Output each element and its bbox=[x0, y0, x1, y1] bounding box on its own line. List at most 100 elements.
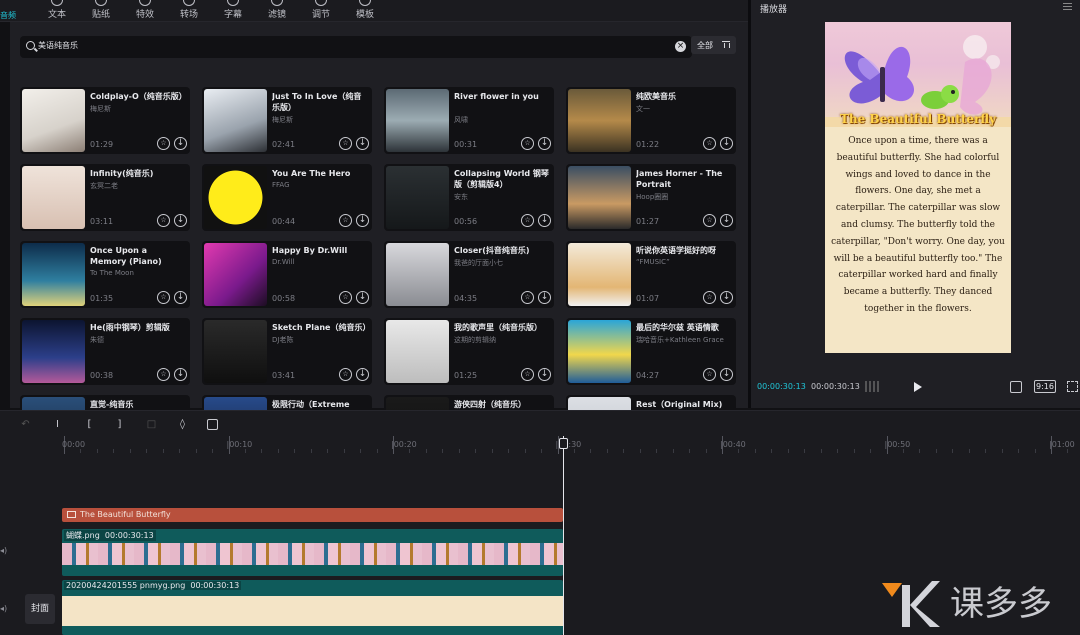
favorite-star-icon[interactable]: ☆ bbox=[339, 291, 352, 304]
tab-3[interactable]: 转场 bbox=[168, 0, 210, 22]
play-icon[interactable] bbox=[914, 382, 922, 392]
download-icon[interactable]: ↓ bbox=[356, 137, 369, 150]
favorite-star-icon[interactable]: ☆ bbox=[703, 214, 716, 227]
menu-icon[interactable] bbox=[1063, 3, 1072, 10]
favorite-star-icon[interactable]: ☆ bbox=[157, 214, 170, 227]
download-icon[interactable]: ↓ bbox=[356, 214, 369, 227]
favorite-star-icon[interactable]: ☆ bbox=[157, 368, 170, 381]
track-card[interactable]: Sketch Plane（纯音乐） DJ老陈 03:41 ☆ ↓ bbox=[202, 318, 372, 385]
favorite-star-icon[interactable]: ☆ bbox=[703, 137, 716, 150]
trim-left-icon[interactable]: [ bbox=[84, 419, 95, 430]
favorite-star-icon[interactable]: ☆ bbox=[157, 137, 170, 150]
favorite-star-icon[interactable]: ☆ bbox=[521, 368, 534, 381]
ruler-minor-tick bbox=[244, 449, 246, 453]
ruler-minor-tick bbox=[508, 449, 510, 453]
waveform-icon[interactable] bbox=[865, 381, 881, 392]
favorite-star-icon[interactable]: ☆ bbox=[339, 214, 352, 227]
tab-2[interactable]: 特效 bbox=[124, 0, 166, 22]
download-icon[interactable]: ↓ bbox=[356, 291, 369, 304]
text-clip[interactable]: The Beautiful Butterfly bbox=[62, 508, 563, 522]
download-icon[interactable]: ↓ bbox=[720, 214, 733, 227]
download-icon[interactable]: ↓ bbox=[720, 291, 733, 304]
tab-label: 贴纸 bbox=[91, 10, 110, 20]
clear-search-icon[interactable]: × bbox=[675, 41, 686, 52]
favorite-star-icon[interactable]: ☆ bbox=[521, 291, 534, 304]
track-card[interactable]: Happy By Dr.Will Dr.Will 00:58 ☆ ↓ bbox=[202, 241, 372, 308]
track-card[interactable]: You Are The Hero FFAG 00:44 ☆ ↓ bbox=[202, 164, 372, 231]
video-clip-background[interactable]: 20200424201555 pnmyg.png 00:00:30:13 bbox=[62, 580, 563, 635]
track-card[interactable]: Just To In Love（纯音乐版） 梅尼斯 02:41 ☆ ↓ bbox=[202, 87, 372, 154]
tab-4[interactable]: 字幕 bbox=[212, 0, 254, 22]
ruler-label: |00:20 bbox=[391, 440, 417, 449]
search-input[interactable]: 美语纯音乐 × bbox=[20, 36, 692, 58]
download-icon[interactable]: ↓ bbox=[720, 137, 733, 150]
time-ruler[interactable]: 00:00 |00:10 |00:20 |00:30 |00:40 |00:50 |01:0… bbox=[0, 436, 1080, 454]
video-clip-main[interactable]: 蝴蝶.png 00:00:30:13 bbox=[62, 529, 563, 576]
download-icon[interactable]: ↓ bbox=[720, 368, 733, 381]
track-thumbnail bbox=[22, 320, 85, 383]
download-icon[interactable]: ↓ bbox=[538, 137, 551, 150]
fullscreen-icon[interactable] bbox=[1067, 381, 1078, 392]
track-card[interactable]: 听说你英语学挺好的呀 “FMUSIC” 01:07 ☆ ↓ bbox=[566, 241, 736, 308]
track-audio-icon[interactable]: ◂) bbox=[0, 546, 7, 555]
tab-7[interactable]: 模板 bbox=[344, 0, 386, 22]
aspect-ratio-button[interactable]: 9:16 bbox=[1034, 380, 1056, 393]
track-title: Collapsing World 钢琴版（剪辑版4） bbox=[454, 169, 549, 189]
track-card[interactable]: 最后的华尔兹 英语情歌 瑞哈音乐+Kathleen Grace 04:27 ☆ ↓ bbox=[566, 318, 736, 385]
ruler-minor-tick bbox=[1067, 449, 1069, 453]
playhead[interactable] bbox=[563, 436, 564, 635]
tab-1[interactable]: 贴纸 bbox=[80, 0, 122, 22]
ruler-minor-tick bbox=[524, 449, 526, 453]
track-card[interactable]: Collapsing World 钢琴版（剪辑版4） 安东 00:56 ☆ ↓ bbox=[384, 164, 554, 231]
track-card[interactable]: Coldplay-O（纯音乐版） 梅尼斯 01:29 ☆ ↓ bbox=[20, 87, 190, 154]
track-card[interactable]: James Horner - The Portrait Hoop圈圈 01:27 ☆ ↓ bbox=[566, 164, 736, 231]
tab-6[interactable]: 调节 bbox=[300, 0, 342, 22]
favorite-star-icon[interactable]: ☆ bbox=[339, 137, 352, 150]
cover-button[interactable]: 封面 bbox=[25, 594, 55, 624]
download-icon[interactable]: ↓ bbox=[538, 214, 551, 227]
tab-audio[interactable]: 音频 bbox=[0, 10, 16, 21]
track-artist: Dr.Will bbox=[272, 258, 295, 266]
track-card[interactable]: Once Upon a Memory (Piano) To The Moon 01:… bbox=[20, 241, 190, 308]
trim-right-icon[interactable]: ] bbox=[114, 419, 125, 430]
image-edit-icon[interactable] bbox=[207, 419, 218, 430]
track-card[interactable]: Closer(抖音纯音乐) 我爸的厅面小七 04:35 ☆ ↓ bbox=[384, 241, 554, 308]
track-artist: 玄冥二老 bbox=[90, 182, 118, 190]
download-icon[interactable]: ↓ bbox=[174, 368, 187, 381]
current-time: 00:00:30:13 bbox=[757, 382, 806, 391]
favorite-star-icon[interactable]: ☆ bbox=[703, 368, 716, 381]
tab-icon bbox=[227, 0, 239, 6]
download-icon[interactable]: ↓ bbox=[356, 368, 369, 381]
track-card[interactable]: He(雨中钢琴）剪辑版 朱德 00:38 ☆ ↓ bbox=[20, 318, 190, 385]
favorite-star-icon[interactable]: ☆ bbox=[339, 368, 352, 381]
delete-icon[interactable]: □ bbox=[146, 419, 157, 430]
playhead-handle[interactable] bbox=[559, 438, 568, 449]
favorite-star-icon[interactable]: ☆ bbox=[157, 291, 170, 304]
track-thumbnail bbox=[204, 89, 267, 152]
favorite-star-icon[interactable]: ☆ bbox=[703, 291, 716, 304]
track-duration: 01:07 bbox=[636, 294, 660, 303]
tab-5[interactable]: 滤镜 bbox=[256, 0, 298, 22]
download-icon[interactable]: ↓ bbox=[538, 368, 551, 381]
track-audio-icon-2[interactable]: ◂) bbox=[0, 604, 7, 613]
favorite-star-icon[interactable]: ☆ bbox=[521, 137, 534, 150]
download-icon[interactable]: ↓ bbox=[174, 137, 187, 150]
split-icon[interactable]: I bbox=[52, 419, 63, 430]
download-icon[interactable]: ↓ bbox=[174, 291, 187, 304]
track-card[interactable]: River flower in you 风啸 00:31 ☆ ↓ bbox=[384, 87, 554, 154]
track-card[interactable]: 我的歌声里（纯音乐版） 这期的剪辑纳 01:25 ☆ ↓ bbox=[384, 318, 554, 385]
undo-icon[interactable]: ↶ bbox=[20, 419, 31, 430]
fit-view-icon[interactable] bbox=[1010, 381, 1022, 393]
video-preview[interactable]: The Beautiful Butterfly Once upon a time… bbox=[825, 22, 1011, 353]
track-artist: 我爸的厅面小七 bbox=[454, 259, 503, 267]
logo-icon: 课多多 bbox=[882, 581, 1052, 627]
tab-0[interactable]: 文本 bbox=[36, 0, 78, 22]
filter-button[interactable]: 全部 bbox=[691, 36, 736, 54]
download-icon[interactable]: ↓ bbox=[538, 291, 551, 304]
shield-icon[interactable]: ◊ bbox=[177, 419, 188, 430]
download-icon[interactable]: ↓ bbox=[174, 214, 187, 227]
track-card[interactable]: Infinity(纯音乐) 玄冥二老 03:11 ☆ ↓ bbox=[20, 164, 190, 231]
track-card[interactable]: 纯欧美音乐 文一 01:22 ☆ ↓ bbox=[566, 87, 736, 154]
ruler-minor-tick bbox=[96, 449, 98, 453]
favorite-star-icon[interactable]: ☆ bbox=[521, 214, 534, 227]
